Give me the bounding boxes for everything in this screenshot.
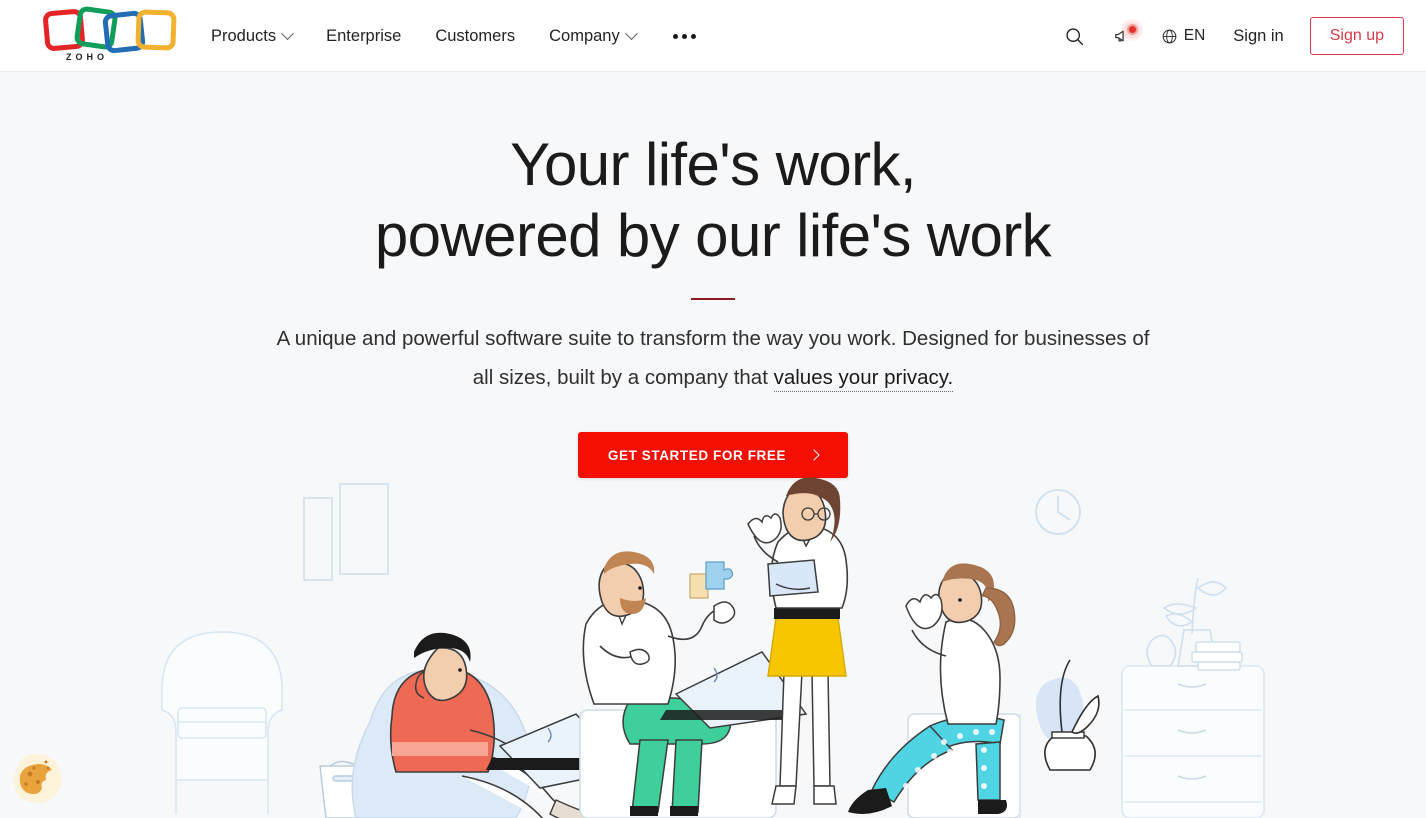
search-icon — [1066, 27, 1083, 45]
hero-illustration — [0, 470, 1426, 818]
books — [1191, 641, 1243, 671]
hero-section: Your life's work, powered by our life's … — [0, 72, 1426, 479]
cookie-icon — [14, 754, 62, 803]
hero-subtitle: A unique and powerful software suite to … — [273, 320, 1153, 398]
globe-icon — [1162, 29, 1177, 43]
sign-in-link[interactable]: Sign in — [1217, 0, 1299, 72]
language-selector[interactable]: EN — [1149, 0, 1218, 72]
nav-item-customers-label: Customers — [435, 26, 516, 45]
search-button[interactable] — [1050, 0, 1099, 72]
clock-icon — [1035, 489, 1081, 535]
nav-item-enterprise[interactable]: Enterprise — [309, 0, 418, 72]
nav-item-company[interactable]: Company — [532, 0, 653, 72]
sign-up-button[interactable]: Sign up — [1309, 17, 1404, 55]
logo-squares — [24, 5, 177, 54]
chevron-down-icon — [624, 26, 638, 40]
ellipsis-dot-icon — [681, 33, 687, 39]
chevron-down-icon — [281, 26, 294, 40]
office-scene-illustration — [161, 477, 1265, 818]
vase-small — [1146, 634, 1177, 667]
logo-wordmark: ZOHO — [66, 52, 108, 62]
privacy-link[interactable]: values your privacy. — [773, 365, 954, 392]
page-title: Your life's work, powered by our life's … — [0, 130, 1426, 272]
language-label: EN — [1183, 27, 1206, 44]
site-header: ZOHO Products Enterprise Customers Compa… — [0, 0, 1426, 72]
nav-item-company-label: Company — [549, 26, 620, 45]
puzzle-pieces-icon — [689, 561, 734, 599]
zoho-logo[interactable]: ZOHO — [24, 5, 177, 64]
main-navigation: Products Enterprise Customers Company — [194, 0, 716, 72]
headline-line-2: powered by our life's work — [374, 201, 1052, 269]
nav-item-customers[interactable]: Customers — [418, 0, 532, 72]
header-actions: EN Sign in Sign up — [1050, 0, 1404, 72]
nav-item-enterprise-label: Enterprise — [326, 26, 402, 45]
get-started-label: GET STARTED FOR FREE — [607, 447, 787, 463]
cookie-consent-button[interactable] — [8, 748, 68, 808]
wall-frames — [303, 483, 389, 581]
ellipsis-dot-icon — [690, 33, 696, 39]
announcement-badge-dot — [1126, 24, 1138, 35]
nav-item-products[interactable]: Products — [194, 0, 309, 72]
headline-line-1: Your life's work, — [510, 131, 916, 198]
nav-more-button[interactable] — [653, 0, 716, 72]
chevron-right-icon — [808, 449, 820, 462]
zoho-homepage: ZOHO Products Enterprise Customers Compa… — [0, 0, 1426, 818]
hero-subtitle-text: A unique and powerful software suite to … — [276, 326, 1150, 389]
hero-divider — [691, 297, 735, 300]
armchair — [161, 631, 283, 814]
dresser — [1121, 665, 1265, 818]
nav-item-products-label: Products — [211, 26, 277, 45]
floor-vase — [1035, 659, 1100, 771]
announcements-button[interactable] — [1099, 0, 1149, 72]
logo-square-yellow — [135, 9, 177, 51]
ellipsis-dot-icon — [672, 33, 678, 39]
